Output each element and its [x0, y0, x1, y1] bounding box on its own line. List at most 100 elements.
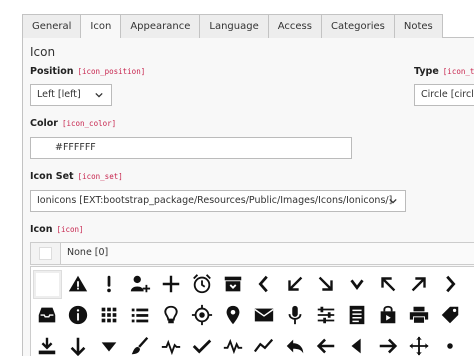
icon-option[interactable]: [157, 301, 186, 330]
icon-option[interactable]: [33, 301, 62, 330]
inbox-icon: [38, 307, 56, 323]
plus-icon: [162, 275, 180, 293]
color-value: #FFFFFF: [55, 142, 96, 153]
icon-option[interactable]: [405, 332, 434, 356]
icon-option[interactable]: [374, 332, 403, 356]
icon-option[interactable]: [436, 332, 465, 356]
person-add-icon: [130, 275, 151, 293]
icon-option[interactable]: [95, 270, 124, 299]
icon-option[interactable]: [312, 301, 341, 330]
icon-option[interactable]: [33, 270, 62, 299]
tab-notes[interactable]: Notes: [393, 14, 443, 38]
type-select[interactable]: Circle [circle]: [414, 84, 474, 106]
iconset-label-text: Icon Set: [30, 171, 74, 182]
none-swatch: [39, 247, 52, 260]
tab-categories[interactable]: Categories: [320, 14, 395, 38]
icon-option[interactable]: [374, 270, 403, 299]
icon-option[interactable]: [33, 332, 62, 356]
chevron-down-icon: [95, 92, 103, 98]
icon-option[interactable]: [436, 270, 465, 299]
icon-option[interactable]: [343, 332, 372, 356]
icon-grid: [30, 266, 474, 356]
info-icon: [68, 305, 88, 325]
sliders-icon: [317, 306, 335, 324]
pulse-icon: [161, 339, 181, 356]
list-icon: [131, 308, 149, 323]
icon-field-name: [icon]: [56, 225, 84, 234]
icon-none-option[interactable]: None [0]: [30, 242, 474, 265]
icon-option[interactable]: [219, 332, 248, 356]
chevron-down-icon: [350, 279, 364, 290]
color-field-name: [icon_color]: [61, 119, 117, 128]
icon-option[interactable]: [250, 301, 279, 330]
icon-option[interactable]: [405, 301, 434, 330]
arrow-right-icon: [379, 338, 398, 354]
icon-option[interactable]: [95, 301, 124, 330]
icon-option[interactable]: [64, 332, 93, 356]
icon-option[interactable]: [126, 270, 155, 299]
icon-option[interactable]: [64, 270, 93, 299]
icon-option[interactable]: [312, 332, 341, 356]
icon-option[interactable]: [374, 301, 403, 330]
alarm-clock-icon: [193, 274, 211, 294]
chevron-down-icon: [389, 198, 397, 204]
iconset-select[interactable]: Ionicons [EXT:bootstrap_package/Resource…: [30, 190, 406, 212]
icon-option[interactable]: [281, 301, 310, 330]
type-value: Circle [circle]: [421, 89, 474, 100]
icon-option[interactable]: [157, 270, 186, 299]
icon-option[interactable]: [219, 270, 248, 299]
caret-down-icon: [101, 342, 117, 352]
icon-option[interactable]: [188, 270, 217, 299]
arrow-left-icon: [316, 338, 335, 354]
move-icon: [409, 336, 429, 356]
position-label-text: Position: [30, 66, 74, 77]
icon-option[interactable]: [250, 270, 279, 299]
icon-option[interactable]: [188, 301, 217, 330]
printer-icon: [409, 306, 429, 324]
tab-access[interactable]: Access: [267, 14, 322, 38]
icon-option[interactable]: [250, 332, 279, 356]
arrow-up-left-icon: [381, 277, 396, 292]
mic-icon: [288, 305, 302, 325]
tab-appearance[interactable]: Appearance: [120, 14, 201, 38]
section-title: Icon: [30, 45, 56, 59]
icon-label-text: Icon: [30, 224, 53, 235]
icon-option[interactable]: [281, 270, 310, 299]
icon-option[interactable]: [126, 301, 155, 330]
icon-option[interactable]: [436, 301, 465, 330]
mail-icon: [254, 308, 274, 322]
checkmark-icon: [192, 339, 212, 354]
icon-option[interactable]: [312, 270, 341, 299]
iconset-value: Ionicons [EXT:bootstrap_package/Resource…: [37, 195, 393, 206]
lightbulb-icon: [164, 305, 178, 324]
alert-triangle-icon: [68, 275, 88, 292]
iconset-field-name: [icon_set]: [77, 172, 123, 181]
tab-general[interactable]: General: [22, 14, 82, 38]
type-label: Type[icon_ty: [414, 66, 474, 77]
icon-option[interactable]: [343, 301, 372, 330]
tab-icon[interactable]: Icon: [80, 14, 122, 39]
arrow-down-right-icon: [318, 276, 333, 291]
none-preview: [31, 243, 61, 264]
icon-option[interactable]: [64, 301, 93, 330]
reply-icon: [286, 339, 304, 354]
position-field-name: [icon_position]: [77, 67, 146, 76]
position-value: Left [left]: [37, 89, 81, 100]
color-input[interactable]: #FFFFFF: [30, 137, 352, 159]
iconset-label: Icon Set [icon_set]: [30, 171, 123, 182]
icon-option[interactable]: [281, 332, 310, 356]
pricetag-icon: [441, 306, 459, 324]
chevron-left-icon: [258, 275, 268, 293]
icon-option[interactable]: [219, 301, 248, 330]
icon-option[interactable]: [405, 270, 434, 299]
icon-option[interactable]: [126, 332, 155, 356]
icon-label: Icon [icon]: [30, 224, 84, 235]
icon-option[interactable]: [343, 270, 372, 299]
icon-option[interactable]: [188, 332, 217, 356]
download-icon: [38, 337, 56, 355]
tab-language[interactable]: Language: [199, 14, 269, 38]
icon-option[interactable]: [95, 332, 124, 356]
document-icon: [349, 305, 365, 325]
icon-option[interactable]: [157, 332, 186, 356]
position-select[interactable]: Left [left]: [30, 84, 112, 106]
